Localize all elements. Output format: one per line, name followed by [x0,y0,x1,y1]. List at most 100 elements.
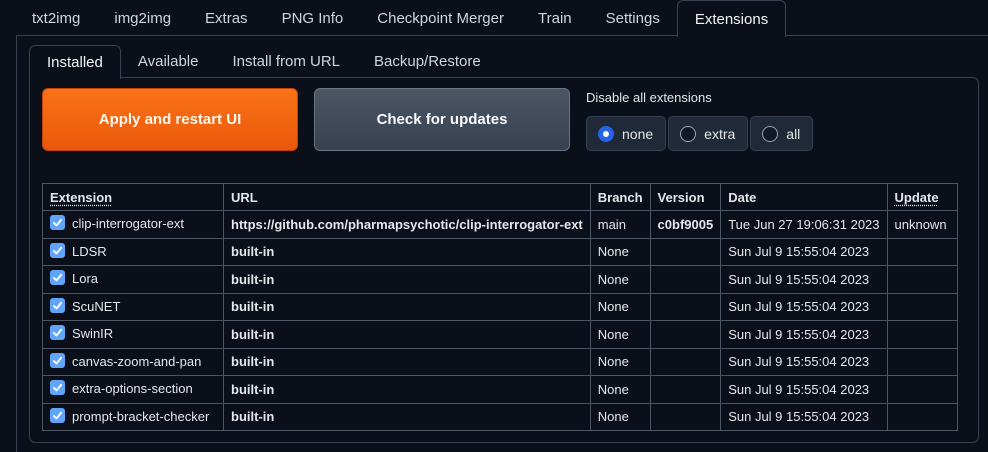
extension-date: Tue Jun 27 19:06:31 2023 [720,210,888,239]
table-row: ScuNET built-in None Sun Jul 9 15:55:04 202… [42,292,958,321]
sub-tab-bar: Installed Available Install from URL Bac… [29,45,498,79]
extension-checkbox[interactable] [50,325,65,341]
radio-none[interactable]: none [586,116,667,151]
extension-date: Sun Jul 9 15:55:04 2023 [720,402,888,431]
check-icon [52,301,63,310]
extension-date: Sun Jul 9 15:55:04 2023 [720,320,888,349]
extension-checkbox[interactable] [50,270,65,286]
radio-checked-icon [598,125,614,142]
tab-extras[interactable]: Extras [188,0,265,36]
extensions-table: Extension URL Branch Version Date Update… [42,183,958,431]
radio-none-label: none [622,125,654,142]
tab-backup-restore[interactable]: Backup/Restore [357,45,498,78]
header-url: URL [223,183,591,211]
tab-extensions[interactable]: Extensions [676,0,787,37]
table-row: SwinIR built-in None Sun Jul 9 15:55:04 202… [42,320,958,349]
apply-and-restart-button[interactable]: Apply and restart UI [42,88,298,151]
extension-branch: None [589,347,651,376]
check-icon [52,356,63,365]
check-for-updates-button[interactable]: Check for updates [314,88,570,151]
extension-update: unknown [886,210,958,239]
extension-name: extra-options-section [72,381,193,397]
table-header-row: Extension URL Branch Version Date Update [42,183,958,211]
extension-name: Lora [72,271,99,287]
extension-version [649,347,722,376]
table-row: clip-interrogator-ext https://github.com/… [42,210,958,239]
extension-update [886,237,958,266]
extension-version [649,402,722,431]
header-version: Version [649,183,722,211]
extension-url: built-in [223,320,591,349]
extension-date: Sun Jul 9 15:55:04 2023 [720,347,888,376]
header-branch: Branch [589,183,651,211]
disable-extensions-label: Disable all extensions [586,90,712,105]
extension-version [649,292,722,321]
tab-installed[interactable]: Installed [29,45,121,79]
extension-url: built-in [223,292,591,321]
table-row: prompt-bracket-checker built-in None Sun Ju… [42,402,958,431]
extension-name: canvas-zoom-and-pan [72,353,202,369]
table-row: canvas-zoom-and-pan built-in None Sun Jul 9… [42,347,958,376]
table-row: LDSR built-in None Sun Jul 9 15:55:04 2023 [42,237,958,266]
extension-date: Sun Jul 9 15:55:04 2023 [720,237,888,266]
extension-checkbox[interactable] [50,380,65,396]
extension-url: built-in [223,265,591,294]
extension-checkbox[interactable] [50,297,65,313]
extension-version [649,265,722,294]
extension-branch: None [589,292,651,321]
extension-update [886,402,958,431]
header-date: Date [720,183,888,211]
extension-cell: SwinIR [42,320,224,349]
check-icon [52,411,63,420]
extension-cell: Lora [42,265,224,294]
tab-checkpoint-merger[interactable]: Checkpoint Merger [360,0,521,36]
extension-name: LDSR [72,243,107,259]
radio-unchecked-icon [762,125,779,142]
check-icon [52,219,63,227]
radio-all[interactable]: all [750,116,814,151]
extension-cell: canvas-zoom-and-pan [42,347,224,376]
extension-cell: clip-interrogator-ext [42,210,224,239]
check-icon [52,274,63,282]
radio-unchecked-icon [680,125,697,142]
extension-update [886,265,958,294]
top-tab-bar: txt2img img2img Extras PNG Info Checkpoi… [0,0,988,37]
tab-png-info[interactable]: PNG Info [265,0,361,36]
extension-url: https://github.com/pharmapsychotic/clip-… [223,210,591,239]
extension-update [886,292,958,321]
extension-checkbox[interactable] [50,215,65,231]
extension-checkbox[interactable] [50,242,65,258]
extension-url: built-in [223,347,591,376]
extension-version: c0bf9005 [649,210,722,239]
extension-branch: main [589,210,651,239]
extension-name: prompt-bracket-checker [72,408,210,424]
extension-branch: None [589,375,651,404]
extension-branch: None [589,265,651,294]
tab-install-from-url[interactable]: Install from URL [215,45,357,78]
radio-extra[interactable]: extra [668,116,749,151]
extension-update [886,320,958,349]
extension-version [649,375,722,404]
tab-txt2img[interactable]: txt2img [15,0,97,36]
extension-url: built-in [223,237,591,266]
extension-name: SwinIR [72,326,114,342]
extension-version [649,237,722,266]
extension-checkbox[interactable] [50,407,65,423]
extension-date: Sun Jul 9 15:55:04 2023 [720,265,888,294]
table-row: Lora built-in None Sun Jul 9 15:55:04 2023 [42,265,958,294]
extension-date: Sun Jul 9 15:55:04 2023 [720,292,888,321]
extension-name: ScuNET [72,298,121,314]
tab-img2img[interactable]: img2img [97,0,188,36]
tab-settings[interactable]: Settings [589,0,677,36]
tab-available[interactable]: Available [121,45,216,78]
disable-extensions-radio-group: none extra all [586,116,814,151]
extension-cell: extra-options-section [42,375,224,404]
table-row: extra-options-section built-in None Sun Jul… [42,375,958,404]
extension-cell: LDSR [42,237,224,266]
extension-checkbox[interactable] [50,352,65,368]
extension-url: built-in [223,375,591,404]
extension-cell: ScuNET [42,292,224,321]
extension-branch: None [589,237,651,266]
tab-train[interactable]: Train [521,0,589,36]
extension-version [649,320,722,349]
